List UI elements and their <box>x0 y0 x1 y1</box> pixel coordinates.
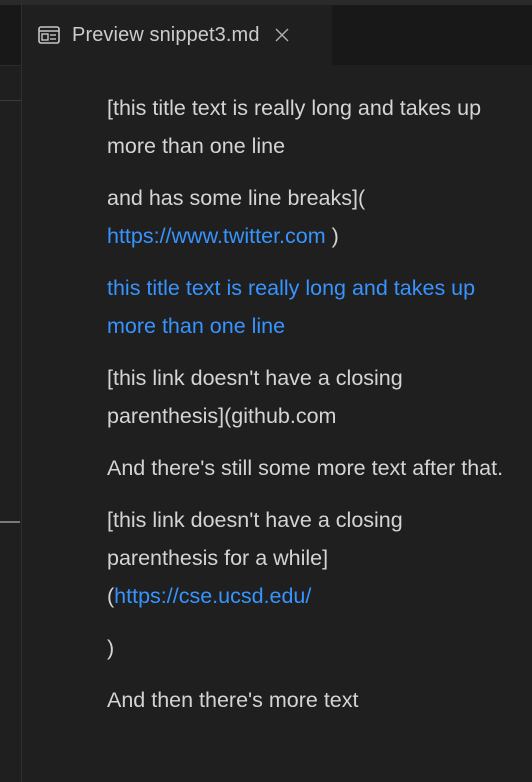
preview-tab-bar: Preview snippet3.md <box>22 5 532 65</box>
editor-tab-bar <box>0 5 21 66</box>
paragraph-5: And there's still some more text after t… <box>107 456 504 480</box>
title-link[interactable]: this title text is really long and takes… <box>107 276 475 338</box>
vscode-window: Preview snippet3.md [this title text is … <box>0 0 532 782</box>
paragraph-7: ) <box>107 636 115 660</box>
paragraph-4: [this link doesn't have a closing parent… <box>107 366 403 428</box>
paragraph-3: this title text is really long and takes… <box>107 269 517 345</box>
paragraph-2-text: and has some line breaks]( <box>107 186 366 210</box>
paragraph-2: and has some line breaks]( https://www.tw… <box>107 179 517 255</box>
editor-pane <box>0 5 21 782</box>
preview-content: [this title text is really long and take… <box>107 89 517 733</box>
editor-scroll-indicator[interactable] <box>0 521 20 523</box>
tab-preview-snippet3[interactable]: Preview snippet3.md <box>22 5 332 65</box>
preview-icon <box>38 26 60 44</box>
paragraph-6: [this link doesn't have a closing parent… <box>107 501 517 615</box>
paragraph-6-text: [this link doesn't have a closing parent… <box>107 508 403 570</box>
ucsd-link[interactable]: https://cse.ucsd.edu/ <box>114 584 311 608</box>
editor-divider-line <box>0 100 21 101</box>
close-icon[interactable] <box>274 27 290 43</box>
paragraph-1: [this title text is really long and take… <box>107 96 482 158</box>
twitter-link[interactable]: https://www.twitter.com <box>107 224 326 248</box>
paragraph-2-tail: ) <box>325 224 339 248</box>
paragraph-8: And then there's more text <box>107 688 359 712</box>
tab-label: Preview snippet3.md <box>72 23 260 46</box>
markdown-preview: [this title text is really long and take… <box>22 65 532 782</box>
